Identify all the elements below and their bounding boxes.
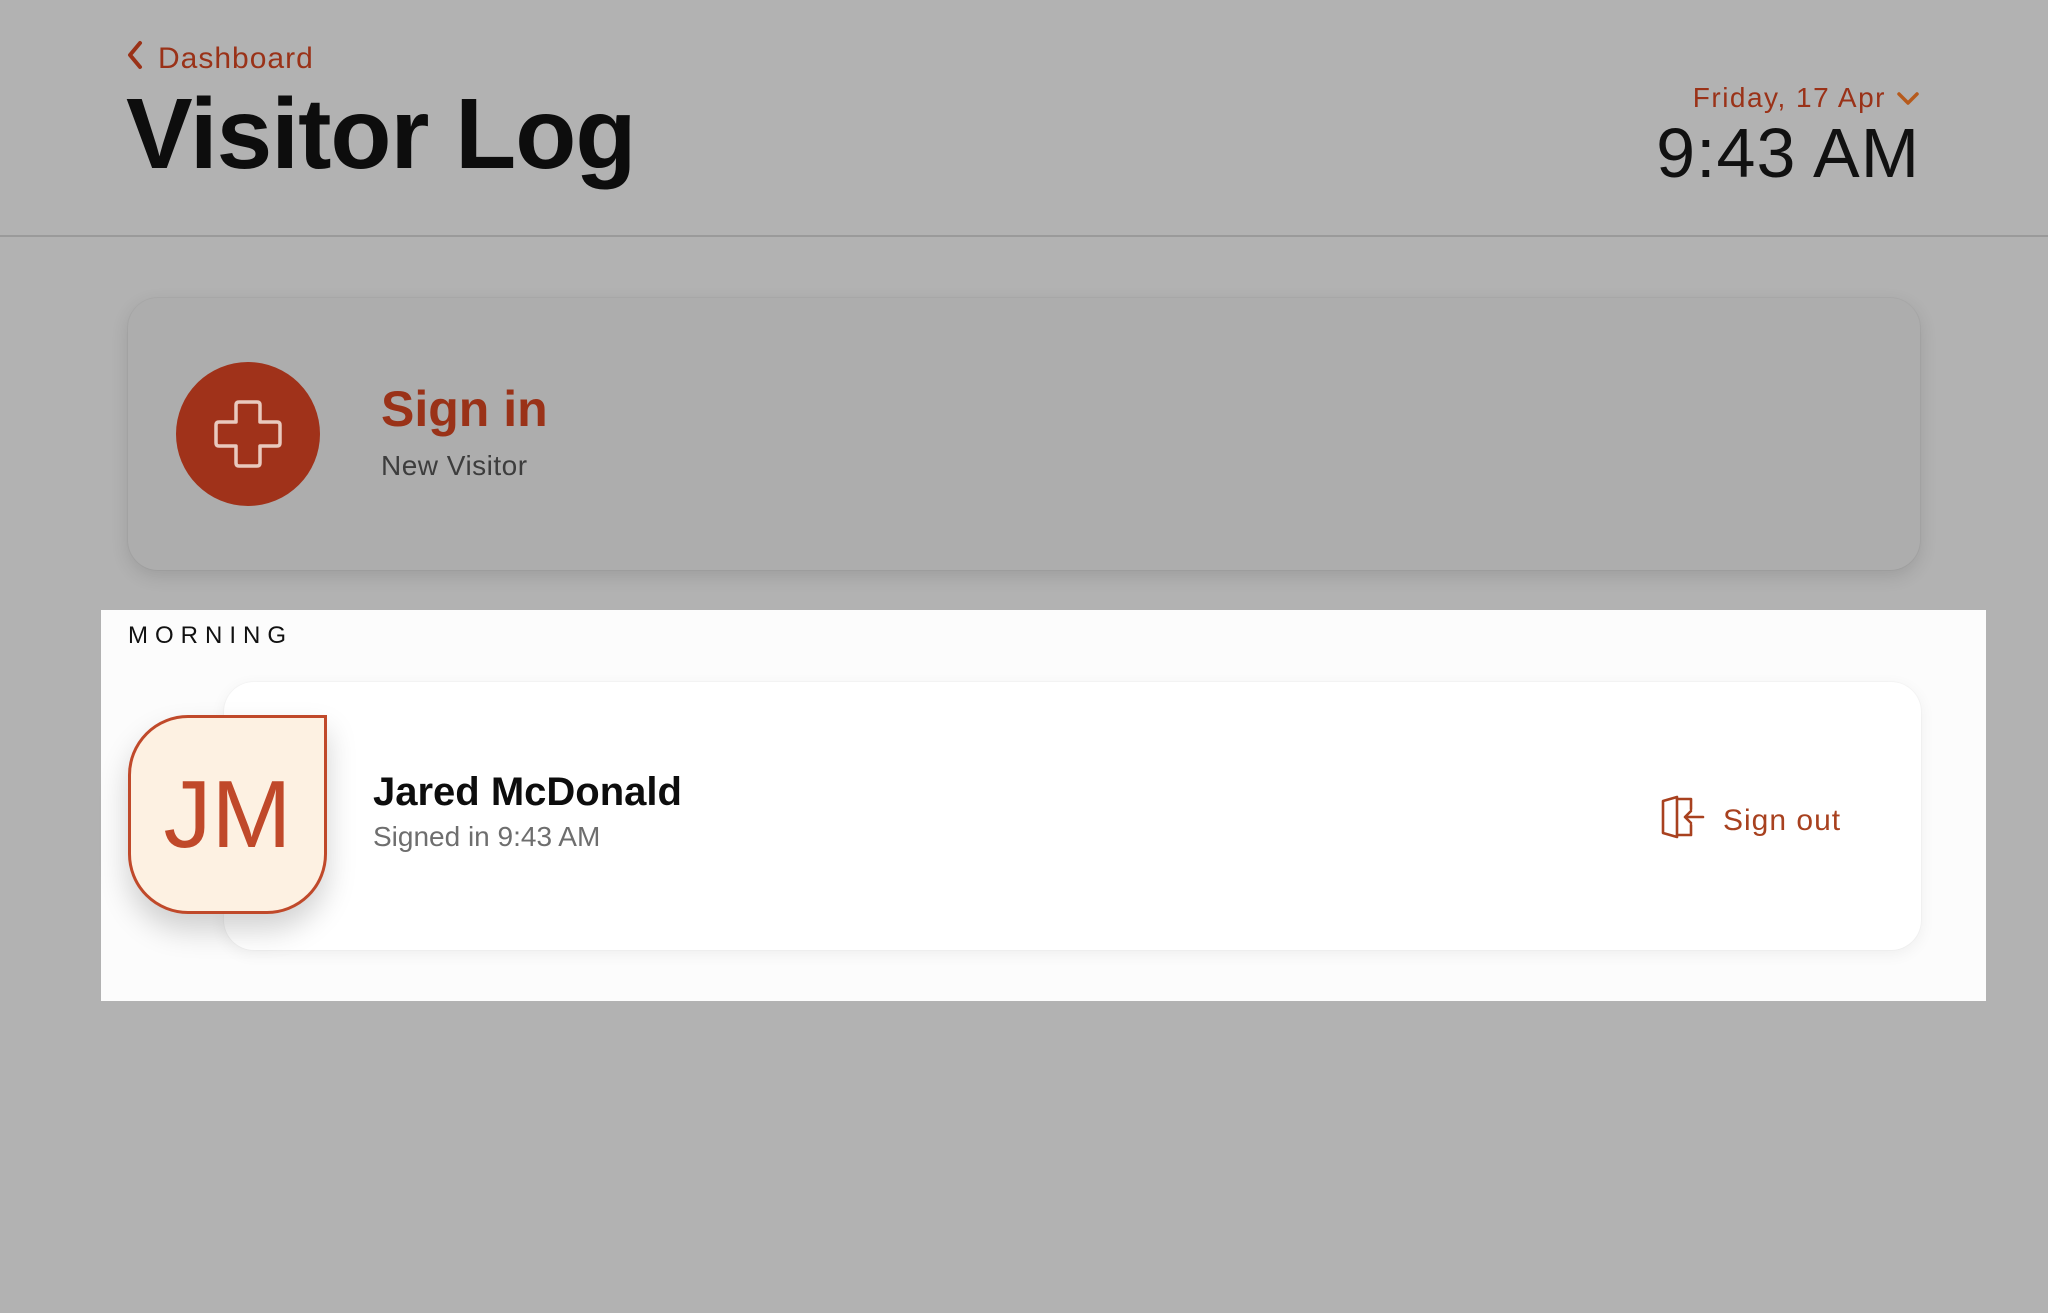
date-picker[interactable]: Friday, 17 Apr [1693, 82, 1920, 114]
visitor-log-page: Dashboard Visitor Log Friday, 17 Apr 9:4… [0, 0, 2048, 1313]
date-label: Friday, 17 Apr [1692, 82, 1886, 113]
sign-out-label: Sign out [1723, 804, 1842, 837]
avatar: JM [128, 715, 327, 914]
morning-section: MORNING JM Jared McDonald Signed in 9:43… [101, 610, 1986, 1001]
current-time: 9:43 AM [1656, 114, 1920, 192]
section-label: MORNING [128, 622, 293, 649]
back-link-label: Dashboard [158, 42, 314, 75]
chevron-left-icon [126, 40, 144, 78]
back-to-dashboard-link[interactable]: Dashboard [126, 40, 314, 78]
page-title: Visitor Log [126, 78, 636, 190]
sign-out-button[interactable]: Sign out [1659, 793, 1841, 849]
chevron-down-icon [1896, 82, 1920, 114]
visitor-name: Jared McDonald [373, 770, 682, 814]
sign-in-subtitle: New Visitor [381, 450, 528, 481]
plus-icon [176, 362, 320, 506]
door-exit-icon [1659, 793, 1707, 849]
visitor-sign-in-time: Signed in 9:43 AM [373, 821, 601, 852]
sign-in-title: Sign in [381, 381, 548, 437]
header-divider [0, 235, 2048, 237]
sign-in-new-visitor-button[interactable]: Sign in New Visitor [128, 298, 1920, 570]
